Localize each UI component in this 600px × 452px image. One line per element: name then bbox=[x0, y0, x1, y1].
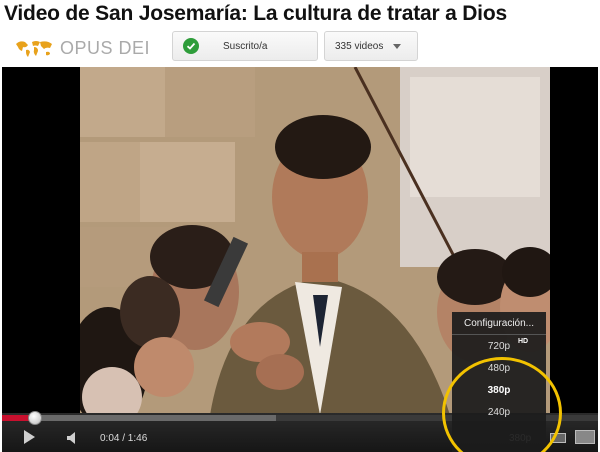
quality-option-480p[interactable]: 480p bbox=[452, 357, 546, 379]
play-icon[interactable] bbox=[24, 430, 35, 444]
video-player[interactable]: 0:04 / 1:46 380p Configuración... 720p H… bbox=[2, 67, 598, 452]
progress-buffered bbox=[2, 415, 277, 421]
subscribe-label: Suscrito/a bbox=[223, 40, 268, 52]
quality-option-240p[interactable]: 240p bbox=[452, 401, 546, 423]
quality-option-label: 720p bbox=[487, 340, 511, 352]
chevron-down-icon bbox=[393, 43, 402, 49]
video-title: Video de San Josemaría: La cultura de tr… bbox=[4, 2, 507, 25]
time-display: 0:04 / 1:46 bbox=[100, 433, 148, 444]
quality-option-label: 480p bbox=[487, 362, 511, 374]
world-map-icon bbox=[14, 38, 54, 58]
checkmark-icon bbox=[183, 38, 199, 54]
quality-option-label: 380p bbox=[487, 384, 511, 396]
channel-bar: OPUS DEI Suscrito/a 335 videos bbox=[0, 31, 600, 65]
channel-logo-text: OPUS DEI bbox=[60, 37, 151, 58]
quality-menu-header[interactable]: Configuración... bbox=[452, 312, 546, 335]
hd-badge: HD bbox=[518, 338, 529, 345]
scrubber-handle[interactable] bbox=[27, 411, 42, 425]
quality-option-720p[interactable]: 720p HD bbox=[452, 335, 546, 357]
subscribe-button[interactable]: Suscrito/a bbox=[172, 31, 318, 61]
channel-logo[interactable]: OPUS DEI bbox=[14, 35, 150, 61]
quality-option-380p[interactable]: 380p bbox=[452, 379, 546, 401]
quality-menu: Configuración... 720p HD 480p 380p 240p bbox=[452, 312, 546, 452]
videos-dropdown[interactable]: 335 videos bbox=[324, 31, 418, 61]
popout-icon[interactable] bbox=[550, 433, 566, 443]
quality-option-label: 240p bbox=[487, 406, 511, 418]
volume-icon[interactable] bbox=[66, 431, 82, 445]
fullscreen-icon[interactable] bbox=[575, 430, 595, 444]
videos-count-label: 335 videos bbox=[335, 40, 384, 52]
